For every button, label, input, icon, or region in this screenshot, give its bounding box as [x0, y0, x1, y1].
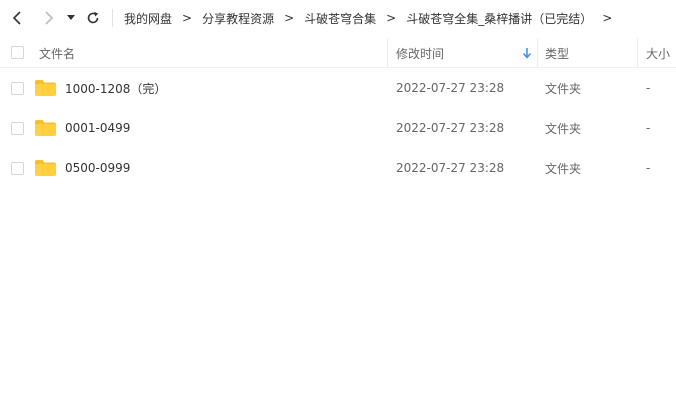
- file-name[interactable]: 0500-0999: [65, 148, 130, 188]
- file-type: 文件夹: [545, 161, 582, 176]
- file-row[interactable]: 0001-0499 2022-07-27 23:28 文件夹 -: [0, 108, 676, 148]
- column-header-type[interactable]: 类型: [545, 38, 569, 68]
- navigation-toolbar: 我的网盘 > 分享教程资源 > 斗破苍穹合集 > 斗破苍穹全集_桑梓播讲（已完结…: [0, 0, 676, 36]
- column-header-modified[interactable]: 修改时间: [396, 38, 444, 68]
- file-modified-time: 2022-07-27 23:28: [396, 161, 505, 175]
- breadcrumb-item-collection[interactable]: 斗破苍穹合集: [304, 10, 376, 27]
- file-row[interactable]: 1000-1208（完） 2022-07-27 23:28 文件夹 -: [0, 68, 676, 108]
- column-divider[interactable]: [537, 38, 538, 68]
- select-all-checkbox[interactable]: [11, 46, 24, 59]
- breadcrumb-item-shared-tutorials[interactable]: 分享教程资源: [202, 10, 274, 27]
- refresh-button[interactable]: [83, 8, 103, 28]
- breadcrumb-separator: >: [602, 11, 613, 25]
- file-size: -: [646, 121, 651, 135]
- history-dropdown-button[interactable]: [63, 8, 79, 28]
- file-modified-time: 2022-07-27 23:28: [396, 81, 505, 95]
- forward-button[interactable]: [39, 8, 59, 28]
- caret-down-icon: [67, 15, 75, 20]
- column-divider[interactable]: [637, 38, 638, 68]
- breadcrumb-item-current-folder[interactable]: 斗破苍穹全集_桑梓播讲（已完结）: [406, 10, 592, 27]
- file-row[interactable]: 0500-0999 2022-07-27 23:28 文件夹 -: [0, 148, 676, 188]
- chevron-right-icon: [45, 11, 54, 25]
- row-checkbox[interactable]: [11, 162, 24, 175]
- chevron-left-icon: [12, 11, 21, 25]
- refresh-icon: [87, 11, 99, 24]
- row-checkbox[interactable]: [11, 122, 24, 135]
- breadcrumb-item-my-drive[interactable]: 我的网盘: [124, 10, 172, 27]
- folder-icon: [35, 160, 56, 176]
- sort-descending-icon[interactable]: [521, 46, 533, 60]
- back-button[interactable]: [8, 8, 28, 28]
- file-modified-time: 2022-07-27 23:28: [396, 121, 505, 135]
- folder-icon: [35, 120, 56, 136]
- file-type: 文件夹: [545, 121, 582, 136]
- column-divider[interactable]: [387, 38, 388, 68]
- file-size: -: [646, 81, 651, 95]
- column-header-size[interactable]: 大小: [646, 38, 670, 68]
- file-type: 文件夹: [545, 81, 582, 96]
- breadcrumb: 我的网盘 > 分享教程资源 > 斗破苍穹合集 > 斗破苍穹全集_桑梓播讲（已完结…: [124, 0, 622, 36]
- toolbar-divider: [112, 9, 113, 27]
- breadcrumb-separator: >: [386, 11, 397, 25]
- row-checkbox[interactable]: [11, 82, 24, 95]
- breadcrumb-separator: >: [182, 11, 193, 25]
- file-name[interactable]: 1000-1208（完）: [65, 68, 166, 108]
- breadcrumb-separator: >: [284, 11, 295, 25]
- file-list-header: 文件名 修改时间 类型 大小: [0, 38, 676, 68]
- file-size: -: [646, 161, 651, 175]
- folder-icon: [35, 80, 56, 96]
- file-name[interactable]: 0001-0499: [65, 108, 130, 148]
- column-header-name[interactable]: 文件名: [39, 38, 75, 68]
